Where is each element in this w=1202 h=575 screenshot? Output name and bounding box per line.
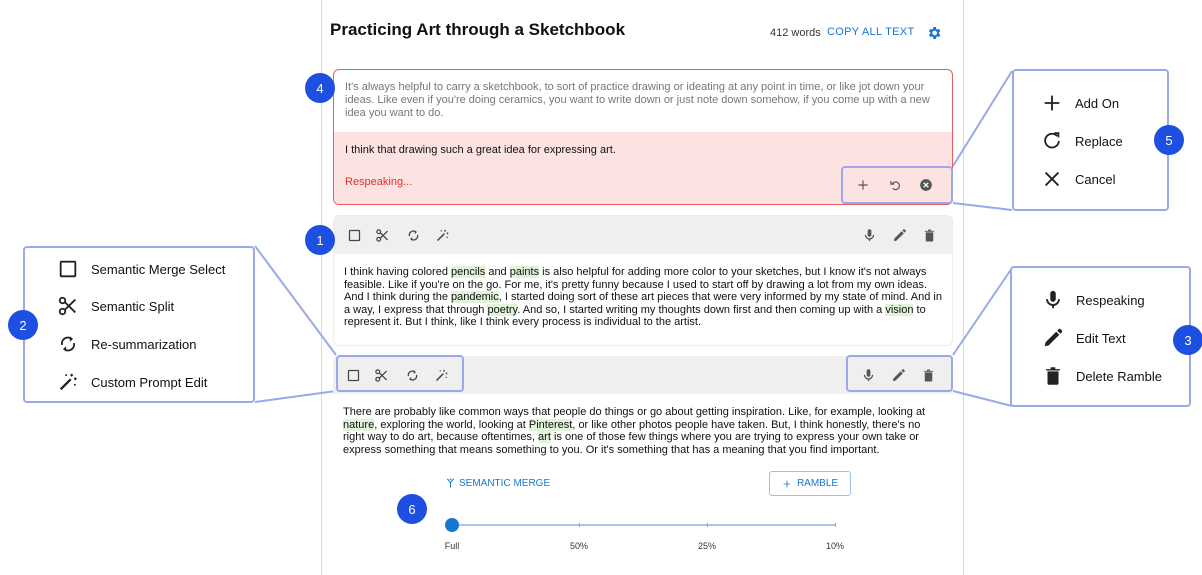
keyword-highlight: art	[538, 431, 551, 443]
slider-label-full: Full	[444, 541, 460, 551]
keyword-highlight: pandemic	[451, 291, 499, 303]
toolbar-right-legend: Respeaking Edit Text Delete Ramble	[1010, 266, 1191, 407]
respeak-actions-legend: Add On Replace Cancel	[1012, 69, 1169, 211]
badge-3: 3	[1173, 325, 1202, 355]
ramble-text-segment: and	[485, 266, 510, 278]
legend-label: Cancel	[1075, 171, 1116, 187]
pencil-icon[interactable]	[892, 228, 907, 243]
legend-add-on: Add On	[1041, 92, 1119, 114]
word-count: 412 words	[770, 27, 821, 39]
plus-icon	[782, 479, 792, 489]
ramble-card: I think having colored pencils and paint…	[333, 215, 953, 346]
plus-icon	[1041, 92, 1063, 114]
slider-label-10: 10%	[825, 541, 845, 551]
legend-label: Semantic Merge Select	[91, 261, 226, 277]
legend-custom-prompt-edit: Custom Prompt Edit	[57, 371, 207, 393]
close-icon	[1041, 168, 1063, 190]
ramble-text: I think having colored pencils and paint…	[344, 266, 944, 329]
legend-label: Replace	[1075, 133, 1123, 149]
slider-label-25: 25%	[697, 541, 717, 551]
gear-icon[interactable]	[926, 25, 942, 41]
semantic-merge-button[interactable]: SEMANTIC MERGE	[445, 477, 550, 489]
toolbar-right-highlight	[846, 355, 953, 392]
trash-icon	[1042, 365, 1064, 387]
summarization-slider[interactable]	[445, 518, 836, 532]
magic-wand-icon	[57, 371, 79, 393]
legend-semantic-split: Semantic Split	[57, 295, 174, 317]
semantic-merge-label: SEMANTIC MERGE	[459, 477, 551, 489]
legend-cancel: Cancel	[1041, 168, 1115, 190]
legend-semantic-merge-select: Semantic Merge Select	[57, 258, 225, 280]
keyword-highlight: Pinterest	[528, 418, 573, 431]
legend-replace: Replace	[1041, 130, 1123, 152]
ramble-text-segment: . And so, I started writing my thoughts …	[517, 303, 886, 316]
app-right-border	[963, 0, 964, 575]
respoken-text: I think that drawing such a great idea f…	[345, 144, 616, 156]
legend-label: Edit Text	[1076, 330, 1126, 346]
checkbox-icon	[57, 258, 79, 280]
magic-wand-icon[interactable]	[435, 228, 450, 243]
add-ramble-button[interactable]: RAMBLE	[769, 471, 851, 496]
pencil-icon	[1042, 327, 1064, 349]
legend-label: Semantic Split	[91, 298, 175, 314]
keyword-highlight: vision	[885, 303, 914, 316]
toolbar-left-legend: Semantic Merge Select Semantic Split Re-…	[23, 246, 255, 403]
legend-respeaking: Respeaking	[1042, 289, 1145, 311]
original-ramble-text: It's always helpful to carry a sketchboo…	[345, 81, 930, 119]
slider-tick	[707, 523, 708, 527]
legend-label: Respeaking	[1076, 292, 1145, 308]
legend-edit-text: Edit Text	[1042, 327, 1126, 349]
keyword-highlight: paints	[509, 266, 540, 278]
scissors-icon	[57, 295, 79, 317]
trash-icon[interactable]	[922, 228, 937, 243]
ramble-text: There are probably like common ways that…	[343, 406, 943, 456]
microphone-icon	[1042, 289, 1064, 311]
slider-thumb[interactable]	[445, 518, 459, 532]
keyword-highlight: pencils	[451, 266, 486, 278]
microphone-icon[interactable]	[862, 228, 877, 243]
legend-label: Custom Prompt Edit	[91, 374, 208, 390]
keyword-highlight: poetry	[487, 303, 518, 316]
legend-resummarization: Re-summarization	[57, 333, 196, 355]
badge-1: 1	[305, 225, 335, 255]
keyword-highlight: nature	[343, 418, 375, 431]
ramble-text-segment: , exploring the world, looking at	[374, 418, 529, 431]
merge-icon	[445, 477, 456, 489]
ramble-text-segment: There are probably like common ways that…	[343, 406, 926, 418]
copy-all-text-button[interactable]: COPY ALL TEXT	[827, 26, 914, 38]
respeak-actions-highlight	[841, 166, 953, 204]
legend-label: Re-summarization	[91, 336, 197, 352]
slider-label-50: 50%	[569, 541, 589, 551]
ramble-text-segment: I think having colored	[344, 266, 452, 278]
badge-5: 5	[1154, 125, 1184, 155]
page-title: Practicing Art through a Sketchbook	[330, 20, 626, 39]
ramble-label: RAMBLE	[796, 478, 839, 489]
ramble-toolbar	[334, 216, 952, 254]
legend-label: Add On	[1075, 95, 1120, 111]
slider-tick	[579, 523, 580, 527]
badge-6: 6	[397, 494, 427, 524]
badge-2: 2	[8, 310, 38, 340]
respeaking-status: Respeaking...	[345, 176, 413, 188]
checkbox-icon[interactable]	[347, 228, 362, 243]
cycle-icon[interactable]	[406, 228, 421, 243]
legend-delete-ramble: Delete Ramble	[1042, 365, 1162, 387]
slider-tick	[835, 523, 836, 527]
toolbar-left-highlight	[336, 355, 464, 392]
cycle-icon	[57, 333, 79, 355]
badge-4: 4	[305, 73, 335, 103]
scissors-icon[interactable]	[375, 228, 390, 243]
replace-icon	[1041, 130, 1063, 152]
legend-label: Delete Ramble	[1076, 368, 1162, 384]
